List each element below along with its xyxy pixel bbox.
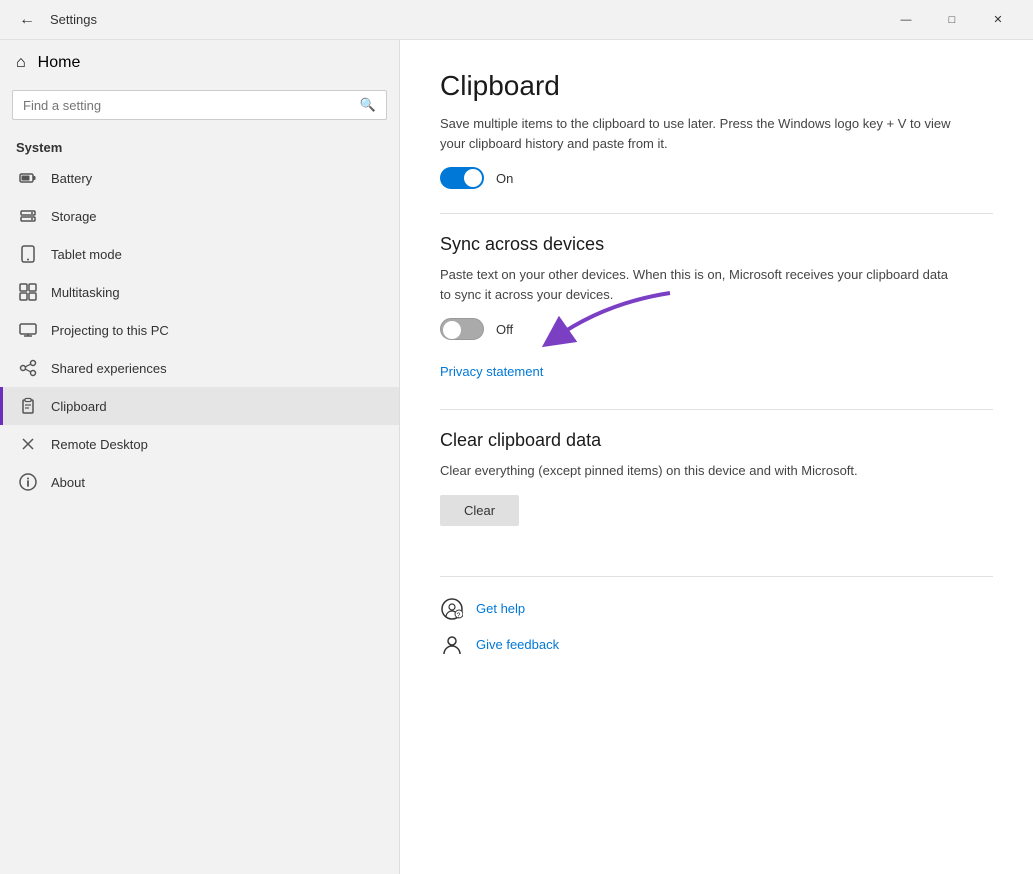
multitasking-icon [19, 283, 37, 301]
sidebar-item-battery-label: Battery [51, 171, 92, 186]
tablet-icon [19, 245, 37, 263]
sidebar-item-storage[interactable]: Storage [0, 197, 399, 235]
search-icon: 🔍 [360, 97, 376, 113]
give-feedback-icon [440, 633, 464, 657]
content-area: Clipboard Save multiple items to the cli… [400, 40, 1033, 874]
projecting-icon [19, 321, 37, 339]
search-input[interactable] [23, 98, 360, 113]
svg-text:?: ? [457, 612, 461, 619]
sidebar-item-projecting[interactable]: Projecting to this PC [0, 311, 399, 349]
sidebar-item-clipboard-label: Clipboard [51, 399, 107, 414]
section-divider-2 [440, 409, 993, 410]
toggle-knob [464, 169, 482, 187]
sidebar: ⌂ Home 🔍 System Battery [0, 40, 400, 874]
section-divider-1 [440, 213, 993, 214]
clipboard-icon [19, 397, 37, 415]
shared-icon [19, 359, 37, 377]
get-help-link[interactable]: Get help [476, 601, 525, 616]
app-title: Settings [50, 12, 883, 27]
back-button[interactable]: ← [12, 5, 42, 35]
sync-toggle-knob [443, 321, 461, 339]
clear-button[interactable]: Clear [440, 495, 519, 526]
clipboard-toggle-row: On [440, 167, 993, 189]
sync-toggle-label: Off [496, 322, 513, 337]
sync-toggle-section: Off Privacy statement [440, 318, 993, 379]
main-layout: ⌂ Home 🔍 System Battery [0, 40, 1033, 874]
sync-toggle-row: Off [440, 318, 993, 340]
give-feedback-item[interactable]: Give feedback [440, 633, 993, 657]
sidebar-item-tablet[interactable]: Tablet mode [0, 235, 399, 273]
help-section: ? Get help Give feedback [440, 597, 993, 657]
sidebar-section-title: System [0, 132, 399, 159]
home-label: Home [38, 54, 81, 72]
sidebar-item-clipboard[interactable]: Clipboard [0, 387, 399, 425]
back-icon: ← [19, 11, 35, 29]
sidebar-item-multitasking[interactable]: Multitasking [0, 273, 399, 311]
search-box[interactable]: 🔍 [12, 90, 387, 120]
sidebar-item-remote[interactable]: Remote Desktop [0, 425, 399, 463]
sync-section-title: Sync across devices [440, 234, 993, 255]
home-icon: ⌂ [16, 54, 26, 72]
get-help-icon: ? [440, 597, 464, 621]
sidebar-home-item[interactable]: ⌂ Home [0, 40, 399, 86]
privacy-link[interactable]: Privacy statement [440, 364, 993, 379]
about-icon [19, 473, 37, 491]
storage-icon [19, 207, 37, 225]
clipboard-description: Save multiple items to the clipboard to … [440, 114, 960, 153]
sidebar-item-about-label: About [51, 475, 85, 490]
sidebar-item-shared-label: Shared experiences [51, 361, 167, 376]
remote-icon [19, 435, 37, 453]
sidebar-item-projecting-label: Projecting to this PC [51, 323, 169, 338]
clipboard-toggle-label: On [496, 171, 513, 186]
sync-toggle[interactable] [440, 318, 484, 340]
sidebar-item-battery[interactable]: Battery [0, 159, 399, 197]
get-help-item[interactable]: ? Get help [440, 597, 993, 621]
clipboard-toggle[interactable] [440, 167, 484, 189]
sidebar-item-remote-label: Remote Desktop [51, 437, 148, 452]
window-controls: — □ ✕ [883, 4, 1021, 36]
minimize-button[interactable]: — [883, 4, 929, 36]
close-button[interactable]: ✕ [975, 4, 1021, 36]
sidebar-item-about[interactable]: About [0, 463, 399, 501]
sidebar-item-shared[interactable]: Shared experiences [0, 349, 399, 387]
section-divider-3 [440, 576, 993, 577]
clear-section-title: Clear clipboard data [440, 430, 993, 451]
clear-description: Clear everything (except pinned items) o… [440, 461, 960, 481]
battery-icon [19, 169, 37, 187]
page-title: Clipboard [440, 70, 993, 102]
titlebar: ← Settings — □ ✕ [0, 0, 1033, 40]
sync-description: Paste text on your other devices. When t… [440, 265, 960, 304]
sidebar-item-tablet-label: Tablet mode [51, 247, 122, 262]
maximize-button[interactable]: □ [929, 4, 975, 36]
sidebar-item-multitasking-label: Multitasking [51, 285, 120, 300]
sidebar-item-storage-label: Storage [51, 209, 97, 224]
give-feedback-link[interactable]: Give feedback [476, 637, 559, 652]
